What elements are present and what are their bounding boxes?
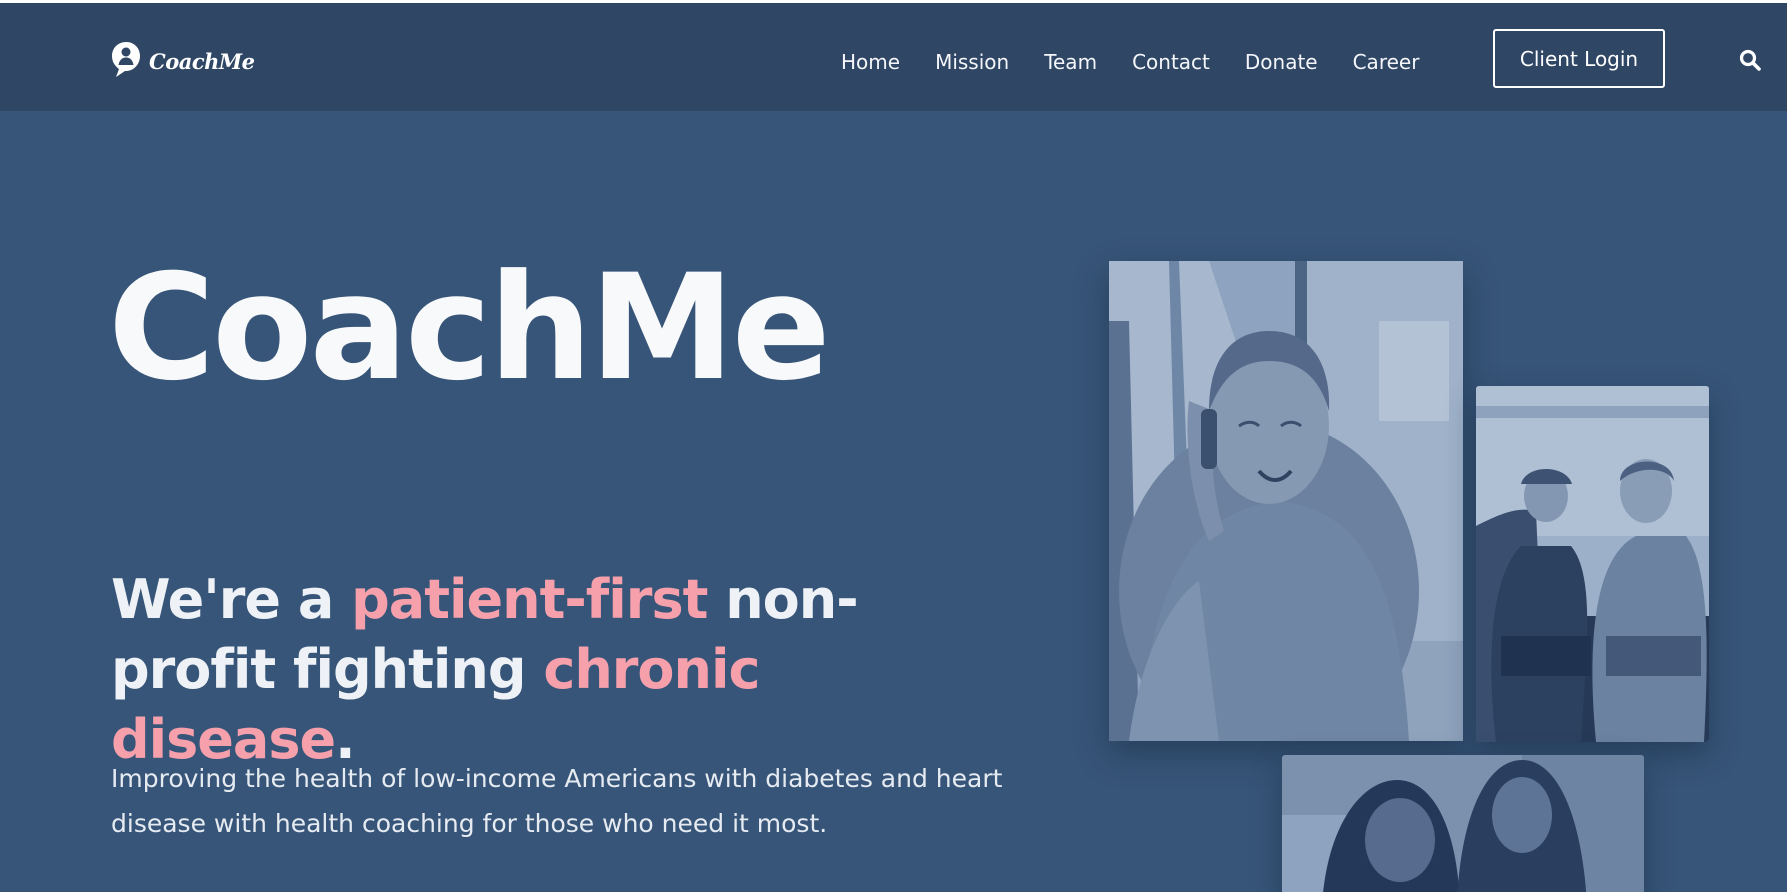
main-nav: Home Mission Team Contact Donate Career xyxy=(841,47,1419,77)
brand-name: CoachMe xyxy=(149,48,255,74)
hero-title: CoachMe xyxy=(108,243,831,413)
photo-two-women xyxy=(1282,755,1644,892)
nav-link-home[interactable]: Home xyxy=(841,50,900,74)
navbar: CoachMe Home Mission Team Contact Donate… xyxy=(0,3,1787,111)
brand-logo[interactable]: CoachMe xyxy=(110,41,255,81)
nav-link-donate[interactable]: Donate xyxy=(1245,50,1318,74)
tagline-text: We're a xyxy=(111,568,352,631)
page: CoachMe Home Mission Team Contact Donate… xyxy=(0,0,1787,892)
nav-link-contact[interactable]: Contact xyxy=(1132,50,1210,74)
chat-bubble-person-icon xyxy=(110,40,142,82)
nav-link-career[interactable]: Career xyxy=(1353,50,1420,74)
hero-tagline: We're a patient-first non-profit fightin… xyxy=(111,565,1011,775)
nav-link-mission[interactable]: Mission xyxy=(935,50,1009,74)
search-icon[interactable] xyxy=(1738,48,1762,72)
hero-subtext: Improving the health of low-income Ameri… xyxy=(111,764,1003,838)
photo-woman-on-phone xyxy=(1109,261,1463,741)
nav-link-team[interactable]: Team xyxy=(1044,50,1097,74)
client-login-button[interactable]: Client Login xyxy=(1493,29,1665,88)
photo-two-people-sitting xyxy=(1476,386,1709,742)
tagline-accent-patient-first: patient-first xyxy=(351,568,708,631)
